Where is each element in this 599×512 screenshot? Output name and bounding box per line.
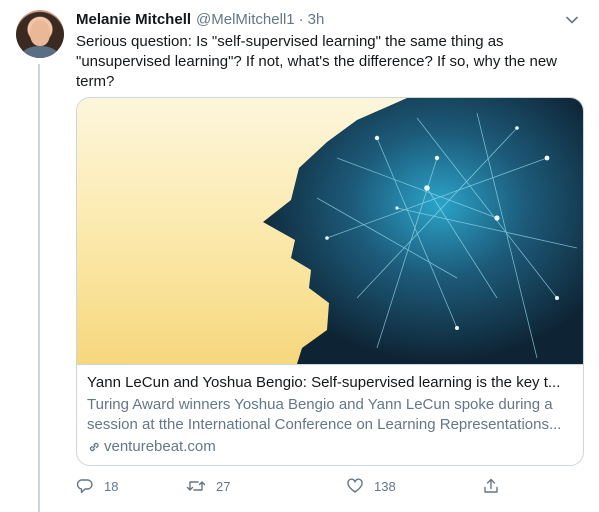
card-title[interactable]: Yann LeCun and Yoshua Bengio: Self-super…	[87, 373, 573, 393]
card-domain[interactable]: venturebeat.com	[87, 437, 573, 457]
card-image	[77, 98, 583, 364]
link-icon	[89, 442, 99, 452]
author-handle[interactable]: @MelMitchell1	[196, 10, 295, 30]
card-description: Turing Award winners Yoshua Bengio and Y…	[87, 396, 562, 433]
link-card[interactable]: Yann LeCun and Yoshua Bengio: Self-super…	[76, 97, 584, 466]
tweet-time[interactable]: 3h	[308, 10, 325, 30]
like-count: 138	[374, 478, 396, 494]
tweet-view: Melanie Mitchell @MelMitchell1 · 3h Seri…	[0, 0, 599, 512]
heart-icon	[347, 478, 363, 493]
separator-dot: ·	[298, 11, 304, 28]
retweet-icon	[186, 481, 206, 491]
share-button[interactable]	[482, 476, 510, 496]
card-domain-text: venturebeat.com	[104, 438, 216, 455]
retweet-button[interactable]: 27	[186, 476, 230, 496]
share-icon	[484, 478, 498, 493]
author-name[interactable]: Melanie Mitchell	[76, 10, 191, 30]
tweet-text: Serious question: Is "self-supervised le…	[76, 33, 558, 90]
like-button[interactable]: 138	[346, 476, 396, 496]
tweet-header: Melanie Mitchell @MelMitchell1 · 3h	[76, 10, 579, 30]
reply-icon	[76, 479, 93, 494]
reply-button[interactable]: 18	[76, 476, 118, 496]
tweet-actions: 18 27 138	[76, 476, 506, 496]
thread-line	[38, 64, 40, 512]
card-body: Yann LeCun and Yoshua Bengio: Self-super…	[77, 364, 583, 457]
retweet-count: 27	[216, 478, 231, 494]
reply-count: 18	[104, 478, 119, 494]
chevron-down-icon[interactable]	[565, 13, 579, 27]
avatar[interactable]	[16, 10, 64, 58]
